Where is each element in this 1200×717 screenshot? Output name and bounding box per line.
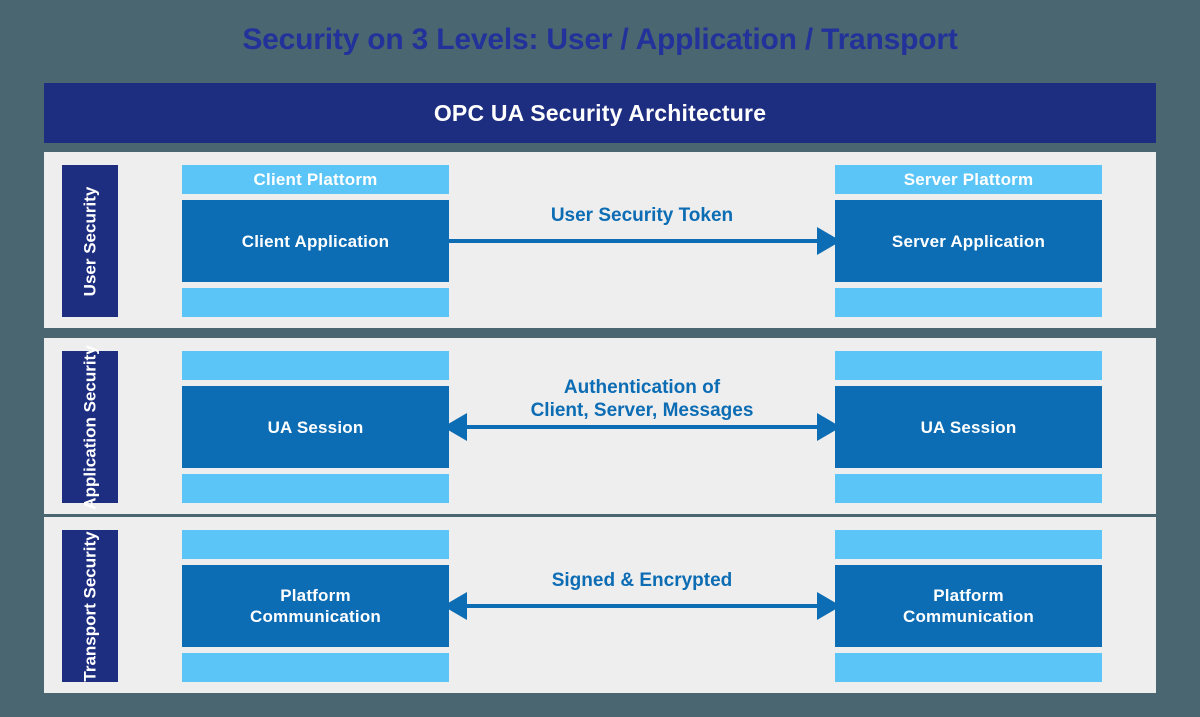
server-session-top-bar (835, 351, 1102, 380)
connector-user-security: User Security Token (449, 165, 841, 317)
client-platform-bar: Client Plattorm (182, 165, 449, 194)
level-label-application-security: Application Security (62, 345, 118, 509)
server-application-label: Server Application (891, 231, 1046, 251)
client-application-box: Client Application (182, 200, 449, 282)
server-transport-top-bar (835, 530, 1102, 559)
client-platform-communication-label: Platform Communication (249, 586, 382, 626)
diagram-root: Security on 3 Levels: User / Application… (0, 0, 1200, 717)
architecture-header-bar: OPC UA Security Architecture (44, 83, 1156, 143)
server-ua-session-box: UA Session (835, 386, 1102, 468)
client-bottom-bar (182, 288, 449, 317)
level-label-text: Transport Security (80, 530, 100, 682)
client-session-bottom-bar (182, 474, 449, 503)
client-ua-session-label: UA Session (267, 417, 364, 437)
client-platform-communication-box: Platform Communication (182, 565, 449, 647)
arrow-bidirectional-icon (443, 413, 841, 441)
client-ua-session-box: UA Session (182, 386, 449, 468)
client-transport-bottom-bar (182, 653, 449, 682)
server-ua-session-label: UA Session (920, 417, 1017, 437)
server-transport-bottom-bar (835, 653, 1102, 682)
architecture-header-title: OPC UA Security Architecture (433, 99, 767, 126)
client-application-label: Client Application (241, 231, 390, 251)
level-label-text: Application Security (80, 344, 100, 510)
client-stack-application-security: UA Session (182, 351, 449, 503)
level-panel-transport-security: Transport Security Platform Communicatio… (44, 517, 1156, 693)
server-application-box: Server Application (835, 200, 1102, 282)
arrow-right-icon (449, 227, 841, 255)
client-transport-top-bar (182, 530, 449, 559)
page-title: Security on 3 Levels: User / Application… (242, 23, 958, 56)
connector-transport-security: Signed & Encrypted (443, 530, 841, 682)
server-stack-application-security: UA Session (835, 351, 1102, 503)
server-platform-bar: Server Plattorm (835, 165, 1102, 194)
connector-application-security: Authentication of Client, Server, Messag… (443, 351, 841, 503)
client-session-top-bar (182, 351, 449, 380)
server-platform-communication-box: Platform Communication (835, 565, 1102, 647)
level-panel-user-security: User Security Client Plattorm Client App… (44, 152, 1156, 328)
level-label-transport-security: Transport Security (62, 530, 118, 682)
server-stack-user-security: Server Plattorm Server Application (835, 165, 1102, 317)
server-bottom-bar (835, 288, 1102, 317)
level-panel-application-security: Application Security UA Session Authenti… (44, 338, 1156, 514)
client-stack-user-security: Client Plattorm Client Application (182, 165, 449, 317)
server-session-bottom-bar (835, 474, 1102, 503)
level-label-text: User Security (80, 186, 100, 296)
server-stack-transport-security: Platform Communication (835, 530, 1102, 682)
level-label-user-security: User Security (62, 165, 118, 317)
server-platform-label: Server Plattorm (903, 169, 1034, 189)
arrow-bidirectional-icon (443, 592, 841, 620)
server-platform-communication-label: Platform Communication (902, 586, 1035, 626)
client-stack-transport-security: Platform Communication (182, 530, 449, 682)
client-platform-label: Client Plattorm (253, 169, 378, 189)
